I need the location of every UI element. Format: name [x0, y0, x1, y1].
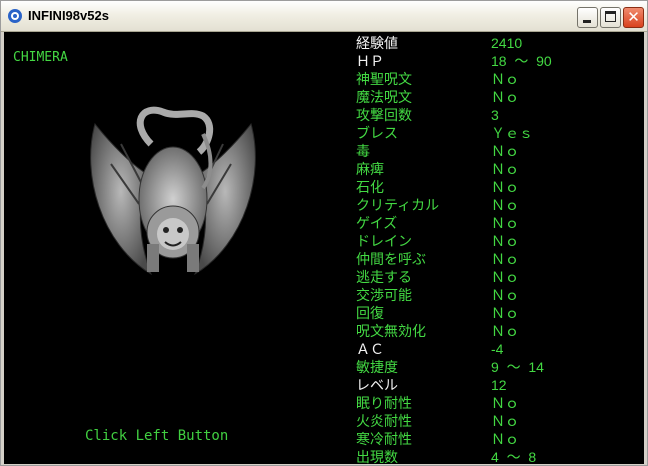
- stat-row: 出現数 4 ～ 8: [356, 448, 644, 464]
- stat-value: Ｎｏ: [491, 89, 519, 105]
- stat-value: Ｎｏ: [491, 215, 519, 231]
- game-screen[interactable]: CHIMERA Click Left Button 経験値 2410 ＨＰ 18…: [4, 32, 644, 464]
- stat-value: Ｎｏ: [491, 197, 519, 213]
- stat-row: ブレス Ｙｅｓ: [356, 124, 644, 142]
- stat-row: ＡＣ -4: [356, 340, 644, 358]
- stat-row: クリティカル Ｎｏ: [356, 196, 644, 214]
- stat-value: Ｎｏ: [491, 71, 519, 87]
- stat-row: ゲイズ Ｎｏ: [356, 214, 644, 232]
- stat-label: 経験値: [356, 35, 398, 51]
- stat-label: クリティカル: [356, 197, 440, 213]
- stat-value: Ｎｏ: [491, 233, 519, 249]
- stat-label: 攻撃回数: [356, 107, 412, 123]
- stat-value: Ｎｏ: [491, 413, 519, 429]
- stat-value: Ｎｏ: [491, 323, 519, 339]
- stat-label: 麻痺: [356, 161, 384, 177]
- app-icon[interactable]: [7, 8, 23, 24]
- stat-row: レベル 12: [356, 376, 644, 394]
- stat-label: 仲間を呼ぶ: [356, 251, 426, 267]
- stat-value: Ｎｏ: [491, 179, 519, 195]
- stat-value: 18 ～ 90: [491, 53, 552, 69]
- title-bar[interactable]: INFINI98v52s ✕: [1, 1, 647, 32]
- stat-value: 4 ～ 8: [491, 449, 537, 464]
- stat-row: 経験値 2410: [356, 34, 644, 52]
- stat-row: 神聖呪文 Ｎｏ: [356, 70, 644, 88]
- stat-row: ＨＰ 18 ～ 90: [356, 52, 644, 70]
- stat-row: 寒冷耐性 Ｎｏ: [356, 430, 644, 448]
- stat-value: Ｎｏ: [491, 251, 519, 267]
- stat-value: Ｙｅｓ: [491, 125, 533, 141]
- stat-label: ＡＣ: [356, 341, 384, 357]
- maximize-button[interactable]: [600, 7, 621, 28]
- stat-row: 石化 Ｎｏ: [356, 178, 644, 196]
- stat-label: ゲイズ: [356, 215, 398, 231]
- stat-value: 9 ～ 14: [491, 359, 544, 375]
- stat-label: 逃走する: [356, 269, 412, 285]
- stat-label: 石化: [356, 179, 384, 195]
- stat-row: 毒 Ｎｏ: [356, 142, 644, 160]
- window-title: INFINI98v52s: [28, 8, 109, 23]
- stat-label: ブレス: [356, 125, 398, 141]
- stat-label: 毒: [356, 143, 370, 159]
- stat-value: Ｎｏ: [491, 269, 519, 285]
- chimera-icon: [90, 106, 256, 276]
- stat-row: 魔法呪文 Ｎｏ: [356, 88, 644, 106]
- stat-row: 逃走する Ｎｏ: [356, 268, 644, 286]
- stat-value: Ｎｏ: [491, 161, 519, 177]
- monster-name: CHIMERA: [13, 50, 68, 65]
- stat-row: 敏捷度 9 ～ 14: [356, 358, 644, 376]
- stat-value: Ｎｏ: [491, 305, 519, 321]
- stat-label: 神聖呪文: [356, 71, 412, 87]
- stat-row: 攻撃回数 3: [356, 106, 644, 124]
- maximize-icon: [605, 11, 616, 22]
- stat-label: 魔法呪文: [356, 89, 412, 105]
- stat-value: 3: [491, 107, 499, 123]
- stat-label: 呪文無効化: [356, 323, 426, 339]
- stat-label: ドレイン: [356, 233, 412, 249]
- stat-label: レベル: [356, 377, 398, 393]
- stat-value: -4: [491, 341, 504, 357]
- stat-value: 12: [491, 377, 507, 393]
- stat-label: 火炎耐性: [356, 413, 412, 429]
- minimize-button[interactable]: [577, 7, 598, 28]
- minimize-icon: [583, 20, 591, 23]
- click-hint: Click Left Button: [85, 428, 229, 444]
- close-button[interactable]: ✕: [623, 7, 644, 28]
- stat-row: 眠り耐性 Ｎｏ: [356, 394, 644, 412]
- stat-row: 回復 Ｎｏ: [356, 304, 644, 322]
- stat-value: Ｎｏ: [491, 395, 519, 411]
- stat-label: 出現数: [356, 449, 398, 464]
- stat-value: Ｎｏ: [491, 431, 519, 447]
- stat-row: 呪文無効化 Ｎｏ: [356, 322, 644, 340]
- stat-value: Ｎｏ: [491, 287, 519, 303]
- stat-label: 敏捷度: [356, 359, 398, 375]
- stat-value: 2410: [491, 35, 523, 51]
- stat-label: 寒冷耐性: [356, 431, 412, 447]
- close-icon: ✕: [627, 8, 640, 26]
- stat-label: 交渉可能: [356, 287, 412, 303]
- stat-row: 交渉可能 Ｎｏ: [356, 286, 644, 304]
- stat-row: ドレイン Ｎｏ: [356, 232, 644, 250]
- stat-row: 火炎耐性 Ｎｏ: [356, 412, 644, 430]
- stat-label: 回復: [356, 305, 384, 321]
- stat-value: Ｎｏ: [491, 143, 519, 159]
- stat-row: 麻痺 Ｎｏ: [356, 160, 644, 178]
- stat-label: ＨＰ: [356, 53, 384, 69]
- app-window: INFINI98v52s ✕ CHIMERA Click Left Button…: [0, 0, 648, 466]
- stat-label: 眠り耐性: [356, 395, 412, 411]
- stat-row: 仲間を呼ぶ Ｎｏ: [356, 250, 644, 268]
